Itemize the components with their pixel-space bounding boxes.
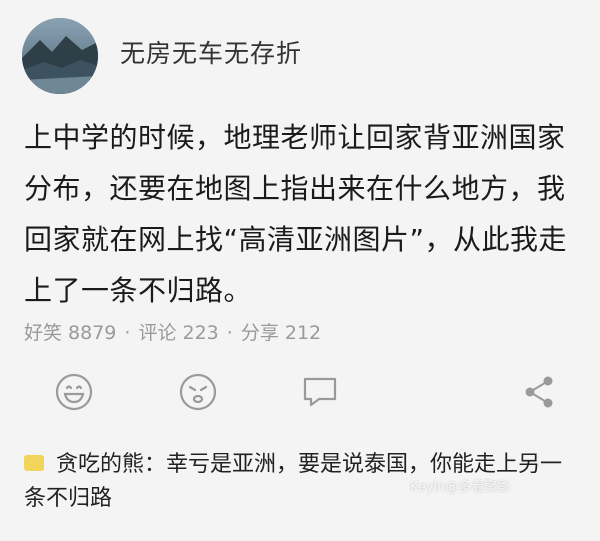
author-name[interactable]: 无房无车无存折 <box>120 34 302 70</box>
shares-count[interactable]: 分享 212 <box>241 322 321 344</box>
avatar[interactable] <box>22 18 98 94</box>
likes-count[interactable]: 好笑 8879 <box>24 322 116 344</box>
post-card: 无房无车无存折 上中学的时候，地理老师让回家背亚洲国家分布，还要在地图上指出来在… <box>0 0 600 541</box>
laugh-face-icon[interactable] <box>52 370 96 414</box>
stats-separator: · <box>124 322 131 344</box>
comments-count[interactable]: 评论 223 <box>138 322 218 344</box>
action-bar <box>0 370 600 420</box>
share-icon[interactable] <box>518 370 562 414</box>
screenshot-frame: 无房无车无存折 上中学的时候，地理老师让回家背亚洲国家分布，还要在地图上指出来在… <box>0 0 600 541</box>
stats-separator: · <box>226 322 233 344</box>
comment-marker-icon <box>24 455 44 471</box>
sad-face-icon[interactable] <box>176 370 220 414</box>
comment-bubble-icon[interactable] <box>298 370 342 414</box>
watermark: Keyin@多看聚影 <box>410 480 511 495</box>
post-stats: 好笑 8879 · 评论 223 · 分享 212 <box>24 318 321 345</box>
post-content: 上中学的时候，地理老师让回家背亚洲国家分布，还要在地图上指出来在什么地方，我回家… <box>24 121 568 307</box>
